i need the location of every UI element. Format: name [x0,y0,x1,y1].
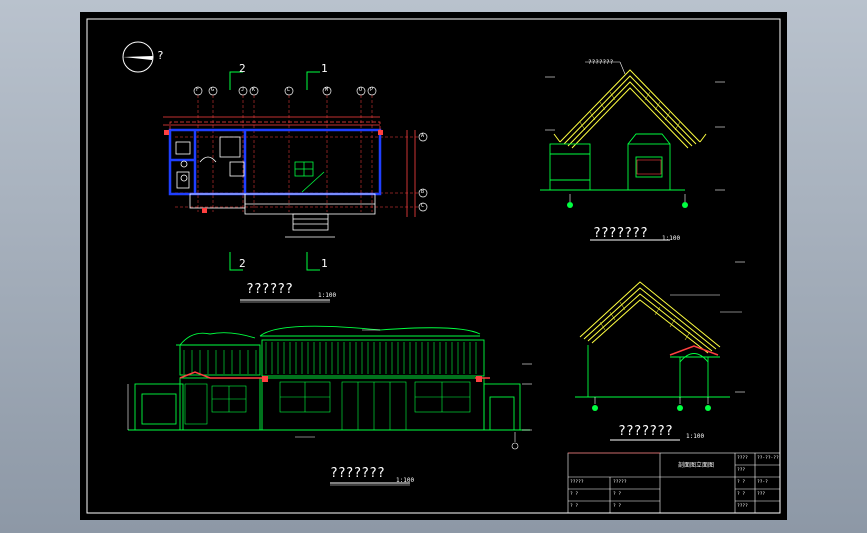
grid-label-g: G [211,87,215,93]
front-elevation-title: ??????? [330,466,385,481]
side-elevation-scale: 1:100 [662,235,681,242]
title-block-cell: ??-? [757,480,768,485]
grid-label-a: A [421,133,425,139]
section-scale: 1:100 [686,433,705,440]
section-marker-1: 1 [321,62,328,75]
title-block-cell: ??-??-?? [757,456,779,461]
north-arrow-icon [122,41,154,73]
title-block-cell: ? ? [613,504,622,509]
plan-scale: 1:100 [318,292,337,299]
title-block-cell: ? ? [570,492,579,497]
grid-label-c: C [421,203,425,209]
grid-label-f: F [196,87,200,93]
title-block-cell: ? ? [737,480,746,485]
title-block-cell: ??? [757,492,766,497]
compass-label: ? [157,49,164,62]
drawing-frame [86,18,781,514]
grid-label-m: M [325,87,329,93]
title-block-cell: ? ? [570,504,579,509]
grid-label-b: B [421,189,425,195]
cad-drawing [86,18,781,514]
floor-plan [163,71,428,303]
title-block-cell: ????? [570,480,584,485]
title-block-cell: ? ? [613,492,622,497]
title-block-cell: ? ? [737,492,746,497]
cad-drawing-area[interactable]: ? 2 1 2 1 F G J K L M O P A B C ?????? 1… [80,12,787,520]
grid-label-l: L [287,87,291,93]
front-elevation-scale: 1:100 [396,477,415,484]
title-block-cell: ??? [737,468,746,473]
title-block [567,452,781,514]
title-block-cell: ???? [737,456,748,461]
plan-title: ?????? [246,282,293,297]
building-section [575,261,745,441]
side-elevation-roof-note: ??????? [588,59,614,66]
side-elevation [540,61,725,241]
section-marker-2-bottom: 2 [239,257,246,270]
grid-label-p: P [370,87,374,93]
front-elevation [127,325,532,486]
grid-label-k: K [252,87,256,93]
grid-label-j: J [241,87,245,93]
title-block-drawing-name: 剖面图立面图 [678,462,715,469]
grid-label-o: O [359,87,363,93]
section-marker-1-bottom: 1 [321,257,328,270]
title-block-cell: ???? [737,504,748,509]
section-marker-2: 2 [239,62,246,75]
side-elevation-title: ??????? [593,226,648,241]
section-title: ??????? [618,424,673,439]
title-block-cell: ????? [613,480,627,485]
